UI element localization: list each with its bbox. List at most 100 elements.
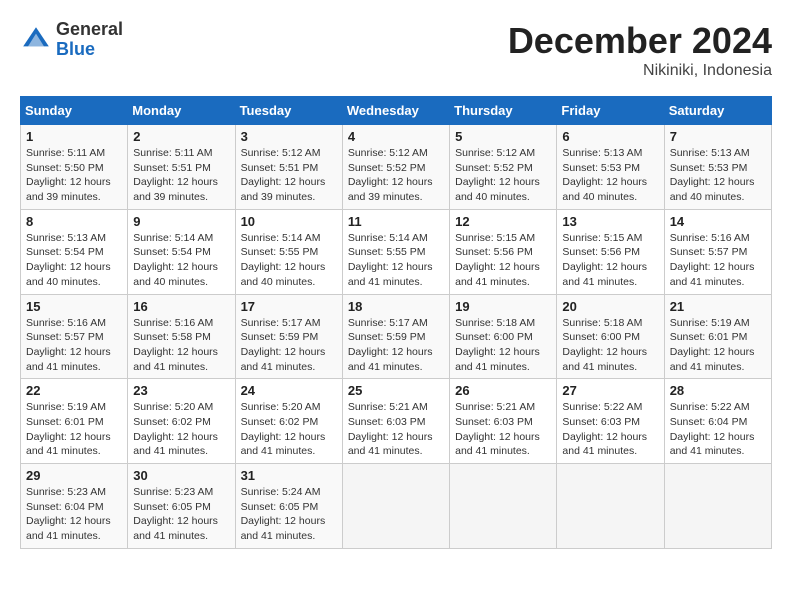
weekday-header: Monday <box>128 97 235 125</box>
title-block: December 2024 Nikiniki, Indonesia <box>508 20 772 80</box>
calendar-cell: 3 Sunrise: 5:12 AMSunset: 5:51 PMDaylight… <box>235 125 342 210</box>
day-number: 26 <box>455 383 551 398</box>
weekday-header: Wednesday <box>342 97 449 125</box>
day-info: Sunrise: 5:14 AMSunset: 5:55 PMDaylight:… <box>348 231 444 290</box>
day-number: 11 <box>348 214 444 229</box>
day-number: 29 <box>26 468 122 483</box>
day-info: Sunrise: 5:14 AMSunset: 5:55 PMDaylight:… <box>241 231 337 290</box>
day-number: 7 <box>670 129 766 144</box>
calendar-cell: 4 Sunrise: 5:12 AMSunset: 5:52 PMDaylight… <box>342 125 449 210</box>
day-info: Sunrise: 5:19 AMSunset: 6:01 PMDaylight:… <box>670 316 766 375</box>
logo: General Blue <box>20 20 123 60</box>
day-info: Sunrise: 5:20 AMSunset: 6:02 PMDaylight:… <box>133 400 229 459</box>
day-number: 10 <box>241 214 337 229</box>
location: Nikiniki, Indonesia <box>508 62 772 80</box>
day-number: 27 <box>562 383 658 398</box>
calendar-cell: 29 Sunrise: 5:23 AMSunset: 6:04 PMDayligh… <box>21 464 128 549</box>
day-info: Sunrise: 5:23 AMSunset: 6:05 PMDaylight:… <box>133 485 229 544</box>
calendar-cell: 16 Sunrise: 5:16 AMSunset: 5:58 PMDayligh… <box>128 294 235 379</box>
weekday-header: Friday <box>557 97 664 125</box>
day-number: 24 <box>241 383 337 398</box>
page-header: General Blue December 2024 Nikiniki, Ind… <box>20 20 772 80</box>
day-info: Sunrise: 5:22 AMSunset: 6:03 PMDaylight:… <box>562 400 658 459</box>
day-info: Sunrise: 5:14 AMSunset: 5:54 PMDaylight:… <box>133 231 229 290</box>
day-info: Sunrise: 5:17 AMSunset: 5:59 PMDaylight:… <box>241 316 337 375</box>
calendar-cell <box>557 464 664 549</box>
day-number: 18 <box>348 299 444 314</box>
day-number: 6 <box>562 129 658 144</box>
calendar-cell: 9Sunrise: 5:14 AMSunset: 5:54 PMDaylight… <box>128 209 235 294</box>
day-info: Sunrise: 5:15 AMSunset: 5:56 PMDaylight:… <box>455 231 551 290</box>
day-number: 19 <box>455 299 551 314</box>
logo-icon <box>20 24 52 56</box>
day-info: Sunrise: 5:22 AMSunset: 6:04 PMDaylight:… <box>670 400 766 459</box>
calendar-cell: 10 Sunrise: 5:14 AMSunset: 5:55 PMDayligh… <box>235 209 342 294</box>
calendar-cell: 5 Sunrise: 5:12 AMSunset: 5:52 PMDaylight… <box>450 125 557 210</box>
calendar-cell: 18 Sunrise: 5:17 AMSunset: 5:59 PMDayligh… <box>342 294 449 379</box>
day-number: 16 <box>133 299 229 314</box>
day-info: Sunrise: 5:11 AMSunset: 5:51 PMDaylight:… <box>133 146 229 205</box>
day-info: Sunrise: 5:12 AMSunset: 5:51 PMDaylight:… <box>241 146 337 205</box>
day-info: Sunrise: 5:18 AMSunset: 6:00 PMDaylight:… <box>562 316 658 375</box>
calendar-cell: 22 Sunrise: 5:19 AMSunset: 6:01 PMDayligh… <box>21 379 128 464</box>
day-number: 30 <box>133 468 229 483</box>
calendar-cell: 13 Sunrise: 5:15 AMSunset: 5:56 PMDayligh… <box>557 209 664 294</box>
day-info: Sunrise: 5:11 AMSunset: 5:50 PMDaylight:… <box>26 146 122 205</box>
day-number: 21 <box>670 299 766 314</box>
calendar-cell: 26 Sunrise: 5:21 AMSunset: 6:03 PMDayligh… <box>450 379 557 464</box>
calendar-week-row: 15 Sunrise: 5:16 AMSunset: 5:57 PMDayligh… <box>21 294 772 379</box>
logo-general: General <box>56 20 123 40</box>
weekday-header-row: SundayMondayTuesdayWednesdayThursdayFrid… <box>21 97 772 125</box>
calendar-cell: 17Sunrise: 5:17 AMSunset: 5:59 PMDayligh… <box>235 294 342 379</box>
day-info: Sunrise: 5:16 AMSunset: 5:58 PMDaylight:… <box>133 316 229 375</box>
calendar-week-row: 8 Sunrise: 5:13 AMSunset: 5:54 PMDaylight… <box>21 209 772 294</box>
day-number: 15 <box>26 299 122 314</box>
day-number: 14 <box>670 214 766 229</box>
day-number: 2 <box>133 129 229 144</box>
calendar-cell: 23 Sunrise: 5:20 AMSunset: 6:02 PMDayligh… <box>128 379 235 464</box>
day-info: Sunrise: 5:21 AMSunset: 6:03 PMDaylight:… <box>348 400 444 459</box>
calendar-cell: 7 Sunrise: 5:13 AMSunset: 5:53 PMDaylight… <box>664 125 771 210</box>
month-title: December 2024 <box>508 20 772 62</box>
day-info: Sunrise: 5:24 AMSunset: 6:05 PMDaylight:… <box>241 485 337 544</box>
day-number: 20 <box>562 299 658 314</box>
day-info: Sunrise: 5:23 AMSunset: 6:04 PMDaylight:… <box>26 485 122 544</box>
day-info: Sunrise: 5:21 AMSunset: 6:03 PMDaylight:… <box>455 400 551 459</box>
day-number: 22 <box>26 383 122 398</box>
day-info: Sunrise: 5:13 AMSunset: 5:53 PMDaylight:… <box>562 146 658 205</box>
day-number: 12 <box>455 214 551 229</box>
day-info: Sunrise: 5:19 AMSunset: 6:01 PMDaylight:… <box>26 400 122 459</box>
calendar-cell: 20 Sunrise: 5:18 AMSunset: 6:00 PMDayligh… <box>557 294 664 379</box>
calendar-cell: 11 Sunrise: 5:14 AMSunset: 5:55 PMDayligh… <box>342 209 449 294</box>
day-number: 3 <box>241 129 337 144</box>
day-info: Sunrise: 5:20 AMSunset: 6:02 PMDaylight:… <box>241 400 337 459</box>
day-number: 28 <box>670 383 766 398</box>
calendar-week-row: 22 Sunrise: 5:19 AMSunset: 6:01 PMDayligh… <box>21 379 772 464</box>
day-info: Sunrise: 5:17 AMSunset: 5:59 PMDaylight:… <box>348 316 444 375</box>
day-info: Sunrise: 5:12 AMSunset: 5:52 PMDaylight:… <box>348 146 444 205</box>
day-number: 4 <box>348 129 444 144</box>
day-number: 23 <box>133 383 229 398</box>
day-info: Sunrise: 5:13 AMSunset: 5:54 PMDaylight:… <box>26 231 122 290</box>
calendar-cell: 24 Sunrise: 5:20 AMSunset: 6:02 PMDayligh… <box>235 379 342 464</box>
logo-blue: Blue <box>56 40 123 60</box>
day-info: Sunrise: 5:13 AMSunset: 5:53 PMDaylight:… <box>670 146 766 205</box>
day-number: 8 <box>26 214 122 229</box>
calendar-cell: 15 Sunrise: 5:16 AMSunset: 5:57 PMDayligh… <box>21 294 128 379</box>
day-info: Sunrise: 5:16 AMSunset: 5:57 PMDaylight:… <box>26 316 122 375</box>
day-number: 13 <box>562 214 658 229</box>
calendar-cell: 6 Sunrise: 5:13 AMSunset: 5:53 PMDaylight… <box>557 125 664 210</box>
day-info: Sunrise: 5:15 AMSunset: 5:56 PMDaylight:… <box>562 231 658 290</box>
calendar-table: SundayMondayTuesdayWednesdayThursdayFrid… <box>20 96 772 549</box>
day-number: 1 <box>26 129 122 144</box>
calendar-cell <box>342 464 449 549</box>
day-number: 5 <box>455 129 551 144</box>
calendar-cell: 1 Sunrise: 5:11 AMSunset: 5:50 PMDaylight… <box>21 125 128 210</box>
day-info: Sunrise: 5:12 AMSunset: 5:52 PMDaylight:… <box>455 146 551 205</box>
weekday-header: Sunday <box>21 97 128 125</box>
calendar-cell: 28 Sunrise: 5:22 AMSunset: 6:04 PMDayligh… <box>664 379 771 464</box>
weekday-header: Tuesday <box>235 97 342 125</box>
calendar-week-row: 1 Sunrise: 5:11 AMSunset: 5:50 PMDaylight… <box>21 125 772 210</box>
calendar-cell: 21 Sunrise: 5:19 AMSunset: 6:01 PMDayligh… <box>664 294 771 379</box>
weekday-header: Thursday <box>450 97 557 125</box>
